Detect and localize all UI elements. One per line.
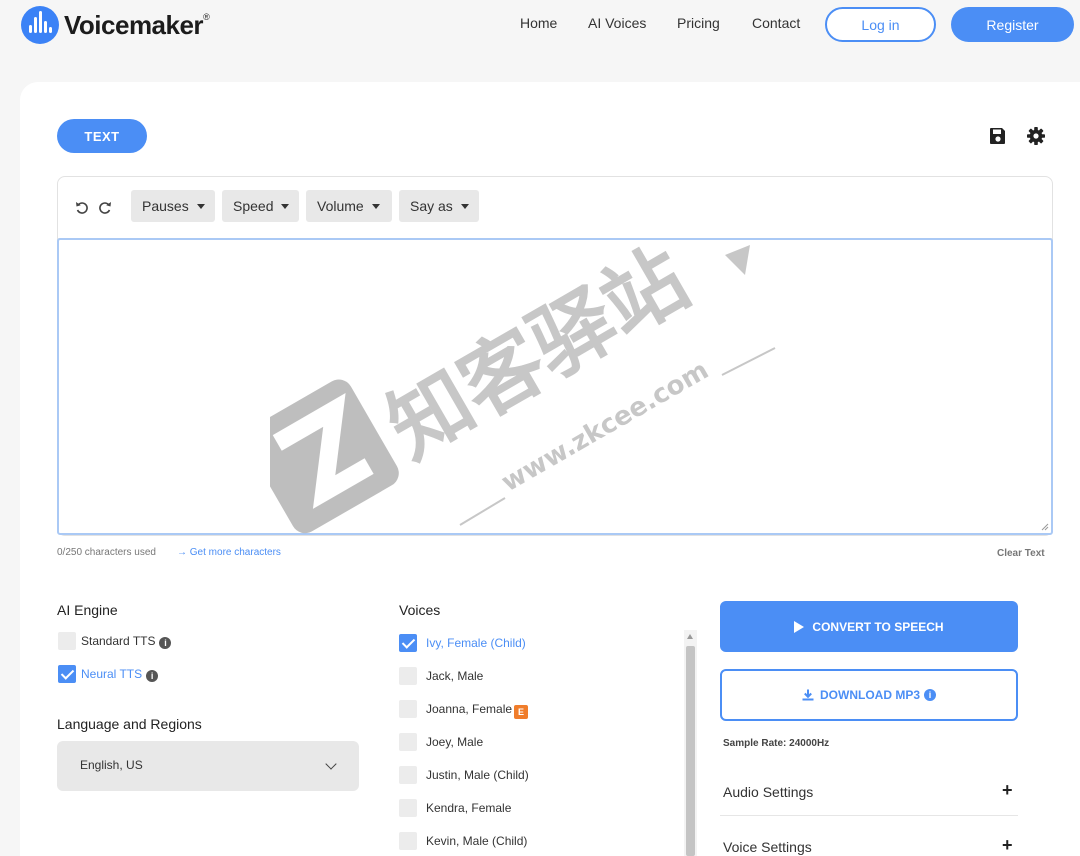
voice-item[interactable]: Ivy, Female (Child)	[397, 634, 677, 654]
tab-text[interactable]: TEXT	[57, 119, 147, 153]
login-button[interactable]: Log in	[825, 7, 936, 42]
logo-waveform-icon	[21, 6, 59, 44]
voice-checkbox[interactable]	[399, 667, 417, 685]
info-icon[interactable]: i	[146, 670, 159, 682]
clear-text-button[interactable]: Clear Text	[997, 548, 1045, 559]
voice-item[interactable]: Kevin, Male (Child)	[397, 832, 677, 852]
voice-list-scrollbar[interactable]	[684, 630, 697, 856]
voice-checkbox[interactable]	[399, 733, 417, 751]
chevron-down-icon	[325, 758, 337, 770]
info-icon[interactable]: i	[159, 637, 172, 649]
voice-label: Joey, Male	[426, 735, 484, 749]
scrollbar-thumb[interactable]	[686, 646, 695, 856]
voices-title: Voices	[399, 602, 441, 618]
nav-ai-voices[interactable]: AI Voices	[588, 15, 646, 31]
voice-label: Justin, Male (Child)	[426, 768, 529, 782]
character-count: 0/250 characters used	[57, 547, 156, 558]
voice-item[interactable]: Joey, Male	[397, 733, 677, 753]
pauses-dropdown[interactable]: Pauses	[131, 190, 215, 222]
redo-icon[interactable]	[97, 199, 113, 215]
download-mp3-button[interactable]: DOWNLOAD MP3 i	[720, 669, 1018, 721]
speed-dropdown[interactable]: Speed	[222, 190, 299, 222]
standard-tts-checkbox[interactable]	[58, 632, 76, 650]
convert-to-speech-button[interactable]: CONVERT TO SPEECH	[720, 601, 1018, 652]
caret-down-icon	[460, 203, 469, 209]
language-regions-title: Language and Regions	[57, 716, 202, 732]
register-button[interactable]: Register	[951, 7, 1074, 42]
download-icon	[802, 689, 814, 701]
voice-label: Kevin, Male (Child)	[426, 834, 528, 848]
voice-checkbox[interactable]	[399, 766, 417, 784]
volume-dropdown[interactable]: Volume	[306, 190, 392, 222]
resize-grip-icon[interactable]	[1041, 523, 1049, 531]
text-input-area[interactable]	[57, 238, 1053, 535]
voice-item[interactable]: Justin, Male (Child)	[397, 766, 677, 786]
voice-item[interactable]: Kendra, Female	[397, 799, 677, 819]
save-icon[interactable]	[988, 126, 1008, 146]
nav-pricing[interactable]: Pricing	[677, 15, 720, 31]
voice-label: Kendra, Female	[426, 801, 512, 815]
standard-tts-label: Standard TTS i	[81, 634, 172, 649]
voice-checkbox[interactable]	[399, 799, 417, 817]
brand-name: Voicemaker®	[64, 9, 210, 40]
info-icon[interactable]: i	[924, 689, 936, 701]
voice-label: Jack, Male	[426, 669, 484, 683]
caret-down-icon	[371, 203, 380, 209]
sample-rate: Sample Rate: 24000Hz	[723, 738, 830, 749]
voice-label: Joanna, Female E	[426, 702, 529, 719]
voice-label: Ivy, Female (Child)	[426, 636, 526, 650]
voice-checkbox[interactable]	[399, 700, 417, 718]
engine-badge: E	[514, 705, 529, 719]
nav-contact[interactable]: Contact	[752, 15, 800, 31]
voice-checkbox[interactable]	[399, 832, 417, 850]
neural-tts-label: Neural TTS i	[81, 667, 159, 682]
caret-down-icon	[196, 203, 205, 209]
site-header: Voicemaker® Home AI Voices Pricing Conta…	[0, 0, 1080, 50]
play-icon	[794, 620, 805, 633]
voice-item[interactable]: Joanna, Female E	[397, 700, 677, 720]
caret-down-icon	[281, 203, 290, 209]
voice-item[interactable]: Jack, Male	[397, 667, 677, 687]
undo-icon[interactable]	[74, 199, 90, 215]
plus-icon: +	[1002, 835, 1013, 855]
nav-home[interactable]: Home	[520, 15, 557, 31]
plus-icon: +	[1002, 780, 1013, 800]
ai-engine-title: AI Engine	[57, 602, 118, 618]
voice-settings-accordion[interactable]: Voice Settings +	[720, 825, 1018, 856]
brand-logo[interactable]: Voicemaker®	[21, 6, 210, 44]
audio-settings-accordion[interactable]: Audio Settings +	[720, 770, 1018, 816]
voice-list[interactable]: Ivy, Female (Child) Jack, Male Joanna, F…	[397, 630, 697, 856]
scroll-up-arrow-icon[interactable]	[687, 634, 693, 639]
voice-checkbox[interactable]	[399, 634, 417, 652]
get-more-characters-link[interactable]: → Get more characters	[177, 547, 281, 558]
say-as-dropdown[interactable]: Say as	[399, 190, 479, 222]
gear-icon[interactable]	[1026, 126, 1046, 146]
language-select[interactable]: English, US	[57, 741, 359, 791]
neural-tts-checkbox[interactable]	[58, 665, 76, 683]
